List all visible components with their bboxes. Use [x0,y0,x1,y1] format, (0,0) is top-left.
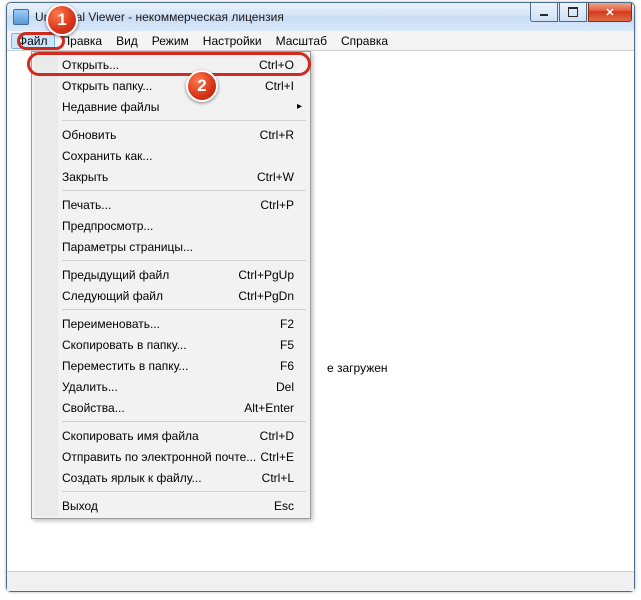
menu-settings[interactable]: Настройки [196,33,269,49]
menu-item-shortcut: Del [276,380,294,394]
menu-view[interactable]: Вид [109,33,145,49]
menu-item-shortcut: Ctrl+I [265,79,294,93]
menu-item-shortcut: Ctrl+O [259,58,294,72]
menu-mode[interactable]: Режим [145,33,196,49]
menu-separator [62,421,306,422]
menu-item-shortcut: Ctrl+W [257,170,294,184]
menu-item-label: Печать... [62,198,111,212]
statusbar [7,571,634,591]
menu-item-label: Параметры страницы... [62,240,193,254]
menu-item-label: Следующий файл [62,289,163,303]
menu-item-label: Предыдущий файл [62,268,169,282]
menu-item-label: Обновить [62,128,116,142]
menu-item[interactable]: Открыть... Ctrl+O [34,54,308,75]
menu-item[interactable]: Удалить... Del [34,376,308,397]
menu-item-label: Переместить в папку... [62,359,188,373]
menu-item-shortcut: Esc [274,499,294,513]
menu-item[interactable]: Переместить в папку... F6 [34,355,308,376]
menu-item[interactable]: Печать... Ctrl+P [34,194,308,215]
app-icon [13,9,29,25]
menu-zoom[interactable]: Масштаб [269,33,334,49]
menu-item-label: Свойства... [62,401,125,415]
menu-item-shortcut: Alt+Enter [244,401,294,415]
menu-file[interactable]: Файл [11,33,55,49]
window-controls [529,3,632,22]
annotation-badge-1: 1 [46,4,78,36]
menu-item[interactable]: Создать ярлык к файлу... Ctrl+L [34,467,308,488]
menu-item-label: Скопировать имя файла [62,429,199,443]
menu-help[interactable]: Справка [334,33,395,49]
menu-item-label: Отправить по электронной почте... [62,450,256,464]
menu-item-label: Создать ярлык к файлу... [62,471,202,485]
menu-item-label: Выход [62,499,98,513]
menu-item[interactable]: Параметры страницы... [34,236,308,257]
menu-item-label: Удалить... [62,380,118,394]
menu-item-label: Переименовать... [62,317,160,331]
menu-item[interactable]: Переименовать... F2 [34,313,308,334]
minimize-button[interactable] [530,3,558,22]
menu-item-shortcut: Ctrl+E [260,450,294,464]
menu-item-shortcut: Ctrl+PgDn [238,289,294,303]
menu-item[interactable]: Обновить Ctrl+R [34,124,308,145]
menu-separator [62,260,306,261]
menu-item[interactable]: Предпросмотр... [34,215,308,236]
menu-item-shortcut: Ctrl+PgUp [238,268,294,282]
menu-item[interactable]: Открыть папку... Ctrl+I [34,75,308,96]
menu-item-shortcut: Ctrl+D [260,429,294,443]
menu-separator [62,491,306,492]
menu-separator [62,120,306,121]
menu-item[interactable]: Скопировать имя файла Ctrl+D [34,425,308,446]
menu-item[interactable]: Сохранить как... [34,145,308,166]
menu-separator [62,309,306,310]
menu-item-label: Предпросмотр... [62,219,153,233]
menu-separator [62,190,306,191]
file-menu-dropdown: Открыть... Ctrl+O Открыть папку... Ctrl+I Не… [31,51,311,519]
close-button[interactable] [588,3,632,22]
menu-item-shortcut: Ctrl+P [260,198,294,212]
menu-item-label: Сохранить как... [62,149,152,163]
menu-item[interactable]: Предыдущий файл Ctrl+PgUp [34,264,308,285]
annotation-badge-2: 2 [186,70,218,102]
menu-item[interactable]: Недавние файлы [34,96,308,117]
menu-item-shortcut: F2 [280,317,294,331]
menu-item-label: Скопировать в папку... [62,338,187,352]
menu-item[interactable]: Выход Esc [34,495,308,516]
menu-item[interactable]: Скопировать в папку... F5 [34,334,308,355]
titlebar[interactable]: Universal Viewer - некоммерческая лиценз… [7,3,634,31]
status-text: е загружен [327,361,388,375]
maximize-button[interactable] [559,3,587,22]
menu-item-label: Закрыть [62,170,108,184]
menu-item-shortcut: Ctrl+L [262,471,294,485]
menu-item-label: Недавние файлы [62,100,159,114]
menu-item-shortcut: Ctrl+R [260,128,294,142]
menu-item-shortcut: F6 [280,359,294,373]
menubar: Файл Правка Вид Режим Настройки Масштаб … [7,31,634,51]
menu-item[interactable]: Свойства... Alt+Enter [34,397,308,418]
menu-item-shortcut: F5 [280,338,294,352]
menu-item[interactable]: Отправить по электронной почте... Ctrl+E [34,446,308,467]
menu-item-label: Открыть папку... [62,79,152,93]
menu-item-label: Открыть... [62,58,119,72]
menu-item[interactable]: Закрыть Ctrl+W [34,166,308,187]
menu-item[interactable]: Следующий файл Ctrl+PgDn [34,285,308,306]
